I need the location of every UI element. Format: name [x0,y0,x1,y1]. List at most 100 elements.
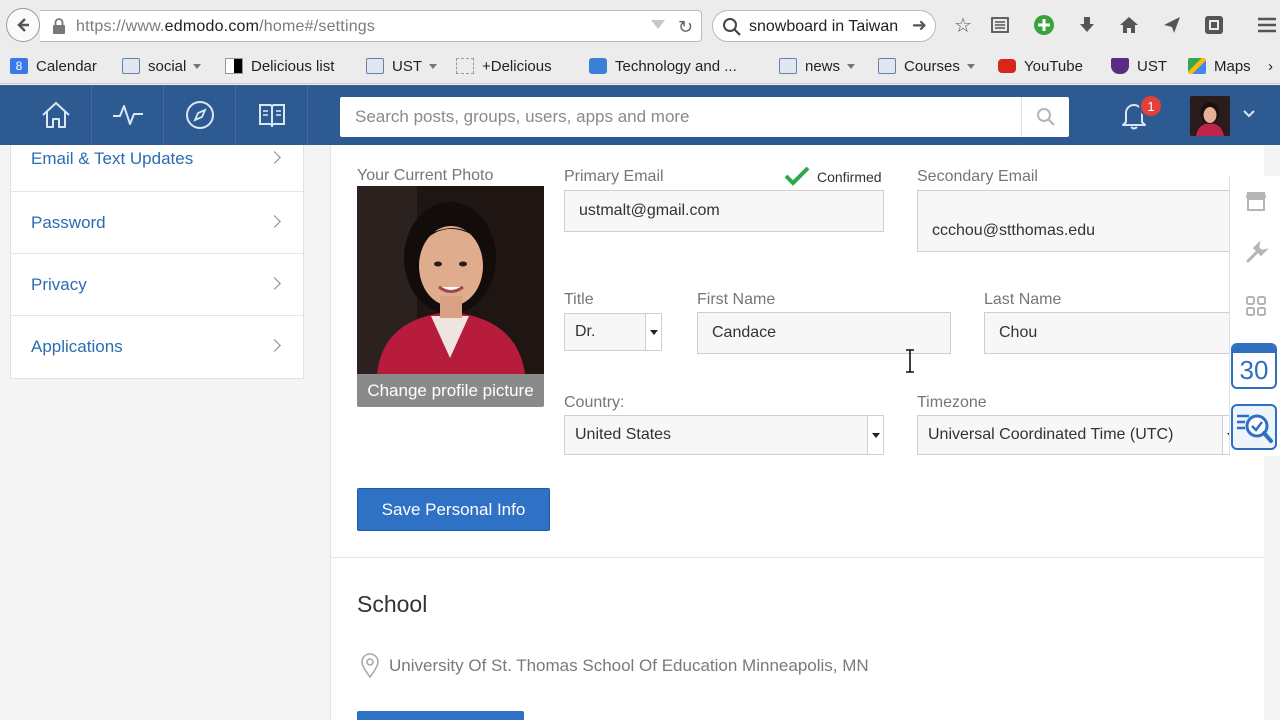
secondary-email-label: Secondary Email [917,168,1038,185]
country-label: Country: [564,394,625,411]
photo-label: Your Current Photo [357,167,494,184]
sidebar-item-applications[interactable]: Applications [11,316,303,378]
apps-tool[interactable] [1230,289,1280,323]
address-bar[interactable]: https://www.edmodo.com/home#/settings ↻ [40,10,702,42]
first-name-field[interactable]: Candace [697,312,951,354]
secondary-email-field[interactable]: ccchou@stthomas.edu [917,190,1237,252]
app-search-input[interactable] [340,97,1020,137]
bookmark-youtube[interactable]: YouTube [998,54,1083,78]
sidebar-item-label: Applications [31,337,123,356]
first-name-label: First Name [697,291,776,308]
school-action-button[interactable] [357,711,524,720]
search-go-icon[interactable]: ➜ [912,15,927,36]
home-icon[interactable] [1116,12,1142,38]
history-dropdown-icon[interactable] [651,20,665,29]
location-pin-icon [361,653,379,679]
last-name-field[interactable]: Chou [984,312,1237,354]
download-icon[interactable] [1074,12,1100,38]
folder-icon [366,58,384,74]
browser-search-text: snowboard in Taiwan [749,18,899,35]
title-select[interactable]: Dr. [564,313,662,351]
timezone-select-value: Universal Coordinated Time (UTC) [928,426,1174,443]
bookmark-folder-ust[interactable]: UST [366,54,437,78]
nav-progress[interactable] [92,85,164,145]
timezone-select[interactable]: Universal Coordinated Time (UTC) [917,415,1238,455]
reload-icon[interactable]: ↻ [678,17,693,38]
chevron-right-icon [268,214,281,228]
select-arrow-icon [645,314,661,350]
sidebar-item-password[interactable]: Password [11,192,303,254]
store-tool[interactable] [1230,184,1280,218]
youtube-icon [998,59,1016,73]
bookmark-star-icon[interactable]: ☆ [950,12,976,38]
title-label: Title [564,291,594,308]
bookmark-folder-news[interactable]: news [779,54,856,78]
nav-library[interactable] [236,85,308,145]
last-name-label: Last Name [984,291,1062,308]
search-icon [1036,108,1055,126]
save-personal-info-button[interactable]: Save Personal Info [357,488,550,531]
bookmark-delicious-list[interactable]: Delicious list [225,54,334,78]
search-engine-icon [723,18,741,36]
bookmark-ust[interactable]: UST [1111,54,1167,78]
calendar-day: 30 [1239,355,1269,385]
back-button[interactable] [6,8,40,42]
chevron-down-icon [193,63,202,69]
delicious-icon [225,58,243,74]
store-icon [1245,192,1266,211]
chevron-down-icon[interactable] [1242,109,1256,119]
book-icon [258,104,285,128]
school-name: University Of St. Thomas School Of Educa… [389,656,869,675]
bookmark-folder-courses[interactable]: Courses [878,54,975,78]
magnifier-check-icon [1237,414,1273,443]
sidebar-item-email-updates[interactable]: Email & Text Updates [11,145,303,192]
activity-pulse-icon [112,105,143,125]
bookmark-plus-delicious[interactable]: +Delicious [456,54,552,78]
puzzle-icon [589,58,607,74]
sidebar-item-privacy[interactable]: Privacy [11,254,303,316]
menu-icon[interactable] [1254,12,1280,38]
reading-list-icon[interactable] [987,12,1013,38]
checkmark-icon [784,166,810,186]
school-location: University Of St. Thomas School Of Educa… [359,653,869,679]
nav-home[interactable] [20,85,92,145]
inspect-tool[interactable] [1231,404,1277,450]
screenshot-icon[interactable] [1201,12,1227,38]
grid-icon [1245,296,1266,316]
browser-search-box[interactable]: snowboard in Taiwan ➜ [712,10,936,42]
sidebar-item-label: Privacy [31,274,87,294]
compass-icon [185,101,214,129]
chevron-right-icon [268,276,281,290]
calendar-tool[interactable]: 30 [1231,343,1277,389]
primary-email-label: Primary Email [564,168,664,185]
settings-tool[interactable] [1230,236,1280,270]
title-select-value: Dr. [575,323,596,340]
chevron-right-icon [268,151,281,164]
school-heading: School [357,591,428,617]
send-icon[interactable] [1159,12,1185,38]
bookmarks-overflow-icon[interactable]: › [1268,54,1273,78]
country-select[interactable]: United States [564,415,884,455]
folder-icon [779,58,797,74]
nav-discover[interactable] [164,85,236,145]
maps-icon [1188,58,1206,74]
bookmark-calendar[interactable]: 8 Calendar [10,54,97,78]
text-cursor-icon [906,349,914,373]
bookmark-maps[interactable]: Maps [1188,54,1251,78]
bookmark-technology[interactable]: Technology and ... [589,54,737,78]
settings-sidebar: Email & Text Updates Password Privacy Ap… [10,145,304,379]
select-arrow-icon [867,416,883,454]
home-icon [41,102,70,128]
app-search-bar [340,97,1069,137]
bookmark-folder-social[interactable]: social [122,54,202,78]
avatar[interactable] [1190,96,1230,136]
app-search-button[interactable] [1021,97,1069,137]
timezone-label: Timezone [917,394,987,411]
ust-shield-icon [1111,58,1129,74]
primary-email-field[interactable]: ustmalt@gmail.com [564,190,884,232]
bookmarklet-icon [456,58,474,74]
change-profile-picture-button[interactable]: Change profile picture [357,374,544,407]
addon-plus-icon[interactable] [1031,12,1057,38]
url-text: https://www.edmodo.com/home#/settings [76,18,376,35]
browser-toolbar: https://www.edmodo.com/home#/settings ↻ … [0,0,1280,48]
